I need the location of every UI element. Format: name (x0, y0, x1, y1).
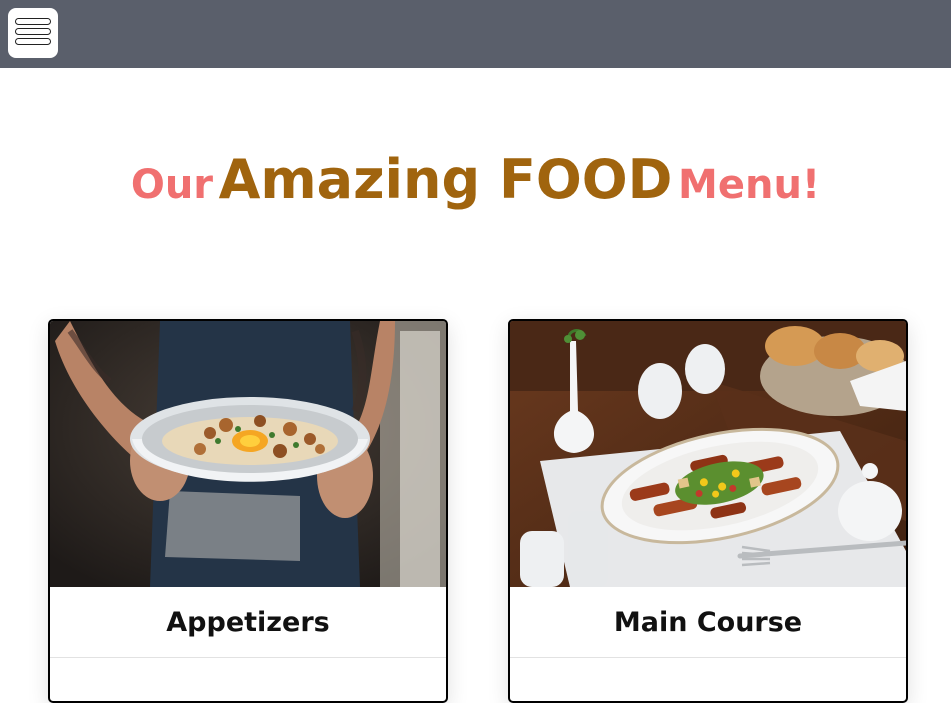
headline-our: Our (130, 162, 214, 208)
main-course-photo (510, 321, 906, 587)
hamburger-menu-icon (15, 18, 51, 25)
menu-card-main-course[interactable]: Main Course (508, 319, 908, 703)
menu-card-appetizers[interactable]: Appetizers (48, 319, 448, 703)
hamburger-menu-button[interactable] (8, 8, 58, 58)
page-headline: Our Amazing FOOD Menu! (0, 148, 951, 211)
hamburger-menu-icon-line (15, 28, 51, 35)
card-title: Appetizers (50, 587, 446, 658)
card-title: Main Course (510, 587, 906, 658)
headline-menu: Menu! (678, 162, 821, 208)
appetizers-photo (50, 321, 446, 587)
headline-amazing-food: Amazing FOOD (218, 148, 673, 211)
hamburger-menu-icon-line (15, 38, 51, 45)
top-navbar (0, 0, 951, 68)
